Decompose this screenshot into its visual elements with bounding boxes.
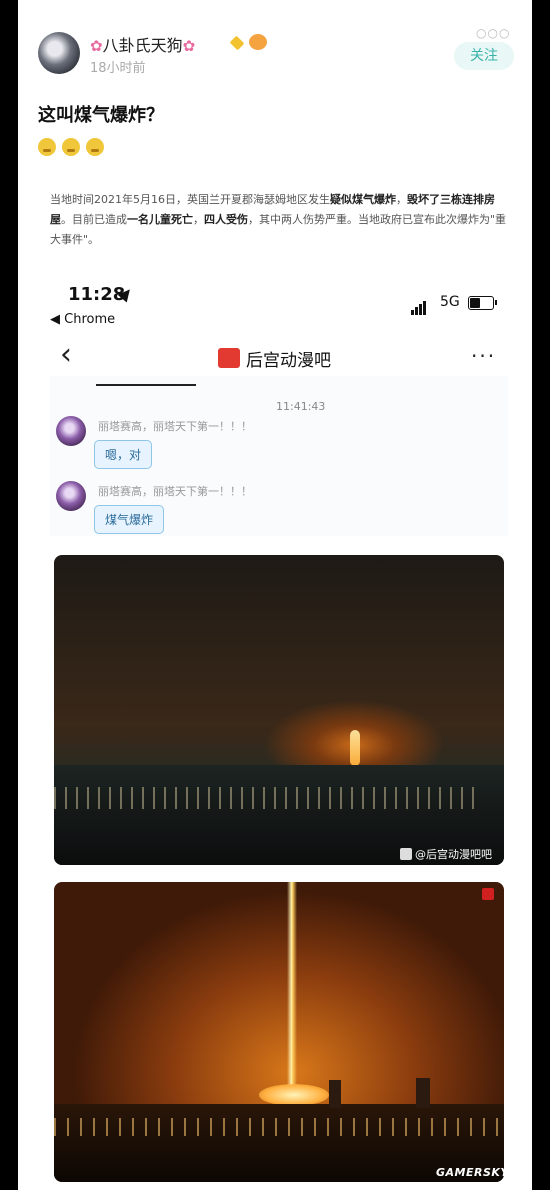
tower — [329, 1080, 341, 1108]
chat-avatar[interactable] — [56, 416, 86, 446]
tower — [416, 1078, 430, 1108]
post-page: ✿八卦氏天狗✿ 18小时前 ○○○ 关注 这叫煤气爆炸？ 当地时间2021年5月… — [18, 0, 532, 1190]
signal-icon — [411, 296, 427, 315]
group-name: 后宫动漫吧 — [246, 351, 331, 371]
message-bubble[interactable]: 嗯，对 — [94, 440, 153, 469]
more-menu-icon[interactable]: ○○○ — [476, 26, 510, 40]
follow-button[interactable]: 关注 — [454, 42, 514, 70]
watermark-logo-icon — [400, 848, 412, 860]
news-text: 当地时间2021年5月16日，英国兰开夏郡海瑟姆地区发生疑似煤气爆炸，毁坏了三栋… — [50, 193, 507, 246]
angry-face-icon — [38, 138, 56, 156]
fire-glow — [259, 1084, 329, 1106]
chat-avatar[interactable] — [56, 481, 86, 511]
angry-face-icon — [62, 138, 80, 156]
username-text: 八卦氏天狗 — [102, 36, 183, 55]
back-to-app[interactable]: ◀ Chrome — [50, 312, 115, 327]
emoji-badge-icon — [249, 34, 267, 50]
battery-icon — [468, 296, 497, 310]
explosion-photo-1[interactable]: @后宫动漫吧吧 — [54, 555, 504, 865]
message-bubble[interactable]: 煤气爆炸 — [94, 505, 165, 534]
post-title: 这叫煤气爆炸？ — [38, 105, 164, 126]
username[interactable]: ✿八卦氏天狗✿ — [90, 32, 195, 56]
diamond-badge-icon — [229, 35, 245, 51]
message-sender: 丽塔赛高，丽塔天下第一！！！ — [98, 420, 252, 433]
back-chevron-icon[interactable]: ‹ — [60, 340, 72, 370]
angry-face-icon — [86, 138, 104, 156]
city-lights — [54, 1118, 504, 1136]
red-logo-icon — [482, 888, 494, 900]
group-logo-icon — [218, 348, 240, 368]
post-time: 18小时前 — [90, 61, 146, 76]
message-sender: 丽塔赛高，丽塔天下第一！！！ — [98, 485, 252, 498]
city-lights — [54, 787, 474, 809]
site-watermark: GAMERSKY — [436, 1166, 509, 1179]
user-avatar[interactable] — [38, 32, 80, 74]
chat-timestamp: 11:41:43 — [276, 400, 326, 413]
network-type: 5G — [440, 294, 460, 310]
emoji-row — [38, 138, 110, 160]
photo-watermark: @后宫动漫吧吧 — [400, 846, 492, 862]
divider — [96, 384, 196, 386]
more-dots-icon[interactable]: ··· — [471, 344, 496, 368]
light-streak — [350, 730, 360, 766]
flower-icon: ✿ — [182, 37, 196, 55]
flower-icon: ✿ — [90, 37, 103, 55]
light-beam — [287, 882, 297, 1102]
explosion-photo-2[interactable] — [54, 882, 504, 1182]
